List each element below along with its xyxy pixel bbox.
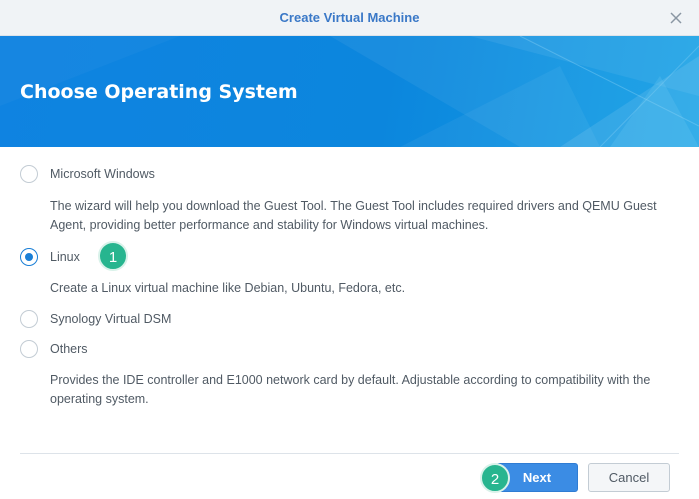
- option-others[interactable]: Others: [20, 338, 88, 360]
- step-marker-badge: 1: [98, 241, 128, 271]
- option-label: Microsoft Windows: [50, 167, 155, 181]
- option-label: Others: [50, 342, 88, 356]
- option-description: Provides the IDE controller and E1000 ne…: [50, 373, 651, 406]
- option-description: The wizard will help you download the Gu…: [50, 199, 657, 232]
- cancel-button[interactable]: Cancel: [588, 463, 670, 492]
- radio-others[interactable]: [20, 340, 38, 358]
- radio-microsoft-windows[interactable]: [20, 165, 38, 183]
- option-label: Linux: [50, 250, 80, 264]
- dialog-title-bar: Create Virtual Machine: [0, 0, 699, 36]
- radio-synology-virtual-dsm[interactable]: [20, 310, 38, 328]
- page-heading: Choose Operating System: [20, 81, 298, 103]
- option-label: Synology Virtual DSM: [50, 312, 172, 326]
- footer-divider: [20, 453, 679, 454]
- option-description: Create a Linux virtual machine like Debi…: [50, 281, 406, 295]
- radio-linux[interactable]: [20, 248, 38, 266]
- option-microsoft-windows[interactable]: Microsoft Windows: [20, 163, 155, 185]
- dialog-title: Create Virtual Machine: [279, 10, 420, 25]
- option-linux[interactable]: Linux: [20, 246, 80, 268]
- close-icon[interactable]: [667, 9, 685, 27]
- header-banner: Choose Operating System: [0, 36, 699, 147]
- step-marker-badge: 2: [480, 463, 510, 493]
- option-synology-virtual-dsm[interactable]: Synology Virtual DSM: [20, 308, 171, 330]
